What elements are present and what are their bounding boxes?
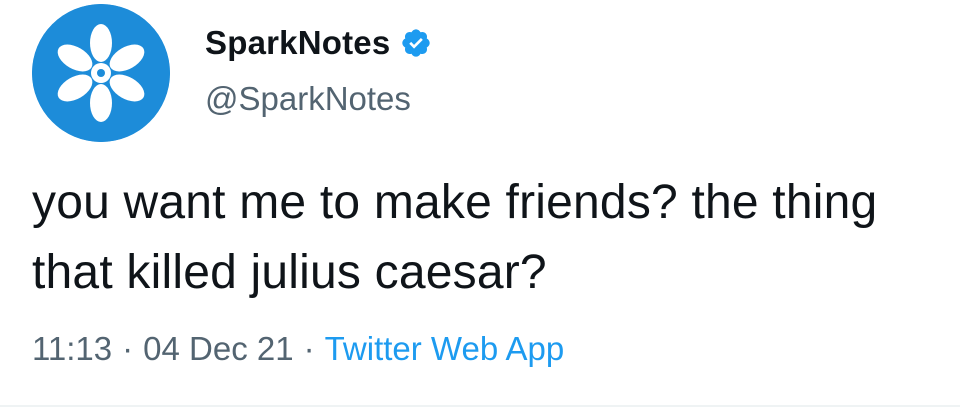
tweet-source-link[interactable]: Twitter Web App	[325, 330, 565, 367]
sparknotes-logo-icon	[32, 4, 170, 142]
tweet-text: you want me to make friends? the thing t…	[32, 176, 878, 299]
name-row: SparkNotes	[205, 16, 432, 70]
tweet-card: SparkNotes @SparkNotes you want me to ma…	[0, 0, 960, 407]
user-handle[interactable]: @SparkNotes	[205, 80, 432, 118]
tweet-date[interactable]: 04 Dec 21	[143, 330, 293, 367]
avatar[interactable]	[32, 4, 170, 142]
verified-badge-icon	[400, 27, 432, 59]
meta-separator: ·	[122, 330, 134, 367]
user-info: SparkNotes @SparkNotes	[205, 16, 432, 118]
meta-separator: ·	[303, 330, 315, 367]
tweet-meta: 11:13 · 04 Dec 21 · Twitter Web App	[32, 330, 564, 368]
tweet-time[interactable]: 11:13	[32, 330, 112, 367]
display-name[interactable]: SparkNotes	[205, 24, 390, 62]
